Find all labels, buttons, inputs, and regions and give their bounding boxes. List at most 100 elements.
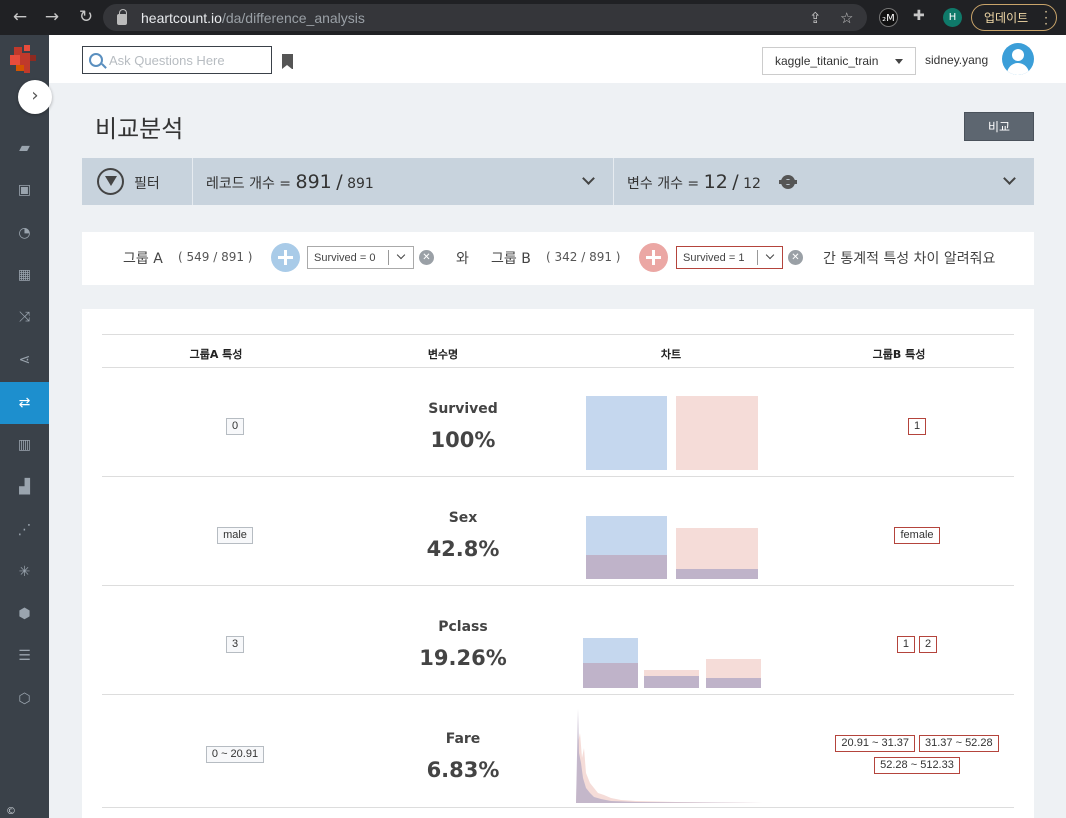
- header-chart: 차트: [660, 348, 682, 361]
- table-row[interactable]: male Sex 42.8% female: [102, 477, 1014, 586]
- group-a-condition-select[interactable]: Survived = 0: [307, 246, 414, 269]
- app-logo[interactable]: [8, 43, 40, 75]
- group-b-tags: 1: [802, 414, 1032, 436]
- header-variable: 변수명: [427, 348, 459, 361]
- group-b-condition-select[interactable]: Survived = 1: [676, 246, 783, 269]
- profile-avatar[interactable]: H: [943, 8, 962, 27]
- gear-icon[interactable]: [779, 175, 797, 189]
- chart-bar-class-3-overlap: [583, 663, 638, 688]
- expand-sidebar-button[interactable]: ›: [18, 80, 52, 114]
- user-avatar[interactable]: [1002, 43, 1034, 75]
- var-sep: /: [732, 171, 739, 193]
- add-group-a-condition-button[interactable]: [271, 243, 300, 272]
- chevron-down-icon[interactable]: [1003, 172, 1016, 185]
- user-name[interactable]: sidney.yang: [925, 53, 988, 67]
- record-label: 레코드 개수 =: [206, 176, 292, 192]
- bar-chart-icon[interactable]: ▟: [0, 467, 49, 507]
- extension-badge[interactable]: ₂M: [879, 8, 898, 27]
- group-a-tag: male: [217, 527, 253, 544]
- group-selector: 그룹 A ( 549 / 891 ) Survived = 0 ✕ 와 그룹 B…: [82, 232, 1034, 285]
- var-total: 12: [743, 176, 761, 192]
- table-row[interactable]: 3 Pclass 19.26% 12: [102, 586, 1014, 695]
- reload-icon[interactable]: ↻: [70, 7, 102, 27]
- folder-add-icon[interactable]: ▰: [0, 128, 49, 168]
- search-placeholder: Ask Questions Here: [109, 52, 225, 68]
- remove-group-a-condition-icon[interactable]: ✕: [419, 250, 434, 265]
- dataset-select[interactable]: kaggle_titanic_train: [762, 47, 916, 75]
- chart-bar-class-2-overlap: [644, 676, 699, 688]
- filter-label[interactable]: 필터: [134, 173, 160, 193]
- group-b-tag: 1: [907, 418, 927, 435]
- lock-icon: [117, 8, 127, 25]
- record-count-summary[interactable]: 레코드 개수 = 891 / 891: [206, 171, 374, 193]
- page-title: 비교분석: [95, 115, 184, 143]
- chart-bar-male-overlap: [586, 555, 667, 579]
- bookmark-icon[interactable]: [282, 54, 293, 69]
- conjunction: 와: [456, 251, 469, 267]
- hbar-icon[interactable]: ☰: [0, 636, 49, 676]
- group-b-tags: female: [802, 523, 1032, 545]
- forward-icon[interactable]: →: [36, 7, 68, 27]
- group-a-tag: 0: [225, 418, 245, 435]
- variable-difference: 100%: [430, 428, 496, 452]
- table-header: 그룹A 특성 변수명 차트 그룹B 특성: [102, 334, 1014, 368]
- divider: [192, 158, 193, 205]
- record-total: 891: [347, 176, 374, 192]
- share-icon[interactable]: ⋖: [0, 340, 49, 380]
- header-group-a: 그룹A 특성: [189, 348, 243, 361]
- folder-image-icon[interactable]: ▣: [0, 170, 49, 210]
- variable-difference: 42.8%: [426, 537, 500, 561]
- group-b-condition: Survived = 1: [683, 251, 745, 264]
- update-button[interactable]: 업데이트 · · ·: [971, 4, 1057, 31]
- rocket-icon[interactable]: ◔: [0, 213, 49, 253]
- variable-difference: 19.26%: [419, 646, 507, 670]
- var-count: 12: [703, 171, 728, 193]
- dashboard-icon[interactable]: ▦: [0, 255, 49, 295]
- results-panel: 그룹A 특성 변수명 차트 그룹B 특성 0 Survived 100% 1 m…: [82, 309, 1034, 818]
- group-b-tag: 20.91 ~ 31.37: [835, 735, 915, 752]
- divider: [388, 250, 389, 265]
- group-b-tags: 12: [802, 632, 1032, 654]
- divider: [757, 250, 758, 265]
- copyright: ©: [6, 806, 16, 817]
- group-b-tags: 20.91 ~ 31.37 31.37 ~ 52.28 52.28 ~ 512.3…: [802, 731, 1032, 775]
- chevron-down-icon: [396, 250, 406, 260]
- grid-chart-icon[interactable]: ▥: [0, 425, 49, 465]
- address-bar[interactable]: heartcount.io/da/difference_analysis ⇪ ☆: [103, 4, 867, 31]
- fare-density-group-b: [576, 733, 766, 803]
- record-count: 891: [295, 171, 332, 193]
- chevron-down-icon[interactable]: [582, 172, 595, 185]
- variable-name: Fare: [445, 731, 481, 747]
- group-b-tag: 1: [896, 636, 915, 653]
- variable-difference: 6.83%: [426, 758, 500, 782]
- group-b-tag: 31.37 ~ 52.28: [919, 735, 999, 752]
- more-vert-icon: · · ·: [1044, 5, 1048, 31]
- cube-icon[interactable]: ⬢: [0, 594, 49, 634]
- remove-group-b-condition-icon[interactable]: ✕: [788, 250, 803, 265]
- update-label: 업데이트: [984, 11, 1029, 25]
- compare-icon[interactable]: ⇄: [0, 382, 49, 424]
- fare-distribution-chart: [576, 709, 766, 803]
- shuffle-icon[interactable]: ⤨: [0, 297, 49, 337]
- group-a-tag: 3: [225, 636, 245, 653]
- variable-name: Pclass: [438, 619, 488, 635]
- puzzle-icon[interactable]: ✚: [913, 8, 925, 24]
- group-a-count: ( 549 / 891 ): [178, 250, 253, 264]
- variable-count-summary[interactable]: 변수 개수 = 12 / 12: [627, 171, 761, 193]
- scatter-icon[interactable]: ⋰: [0, 510, 49, 550]
- back-icon[interactable]: ←: [4, 7, 36, 27]
- group-a-tag: 0 ~ 20.91: [205, 746, 265, 763]
- settings-hex-icon[interactable]: ⬡: [0, 679, 49, 719]
- table-row[interactable]: 0 Survived 100% 1: [102, 368, 1014, 477]
- filter-icon[interactable]: [97, 168, 124, 195]
- compare-button[interactable]: 비교: [964, 112, 1034, 141]
- snowflake-icon[interactable]: ✳: [0, 552, 49, 592]
- star-icon[interactable]: ☆: [840, 9, 853, 27]
- search-input[interactable]: Ask Questions Here: [82, 46, 272, 74]
- dataset-value: kaggle_titanic_train: [775, 54, 879, 68]
- share-page-icon[interactable]: ⇪: [809, 9, 822, 27]
- table-row[interactable]: 0 ~ 20.91 Fare 6.83% 20.91 ~ 31.37 31.37 …: [102, 695, 1014, 808]
- caret-down-icon: [895, 59, 903, 64]
- add-group-b-condition-button[interactable]: [639, 243, 668, 272]
- search-icon: [89, 53, 103, 67]
